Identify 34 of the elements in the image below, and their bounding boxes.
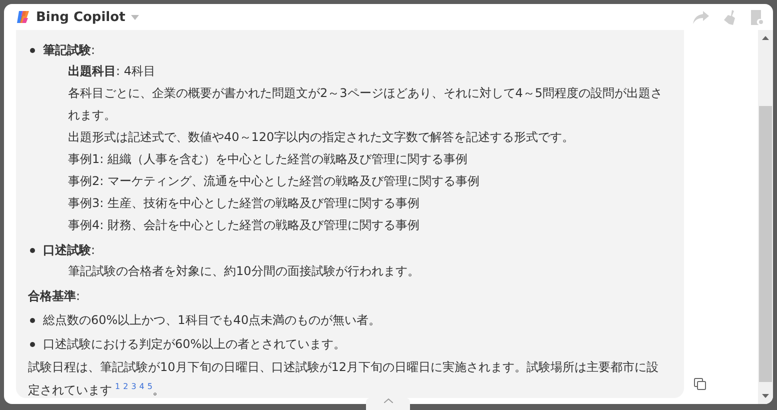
scrollbar[interactable] <box>758 30 773 404</box>
citation-link[interactable]: 3 <box>131 382 136 391</box>
list-item-text: 筆記試験: <box>43 42 96 59</box>
detail-text: 事例1: 組織（人事を含む）を中心とした経営の戦略及び管理に関する事例 <box>67 151 468 168</box>
list-item-text: 口述試験: <box>43 242 96 259</box>
detail-text: 事例3: 生産、技術を中心とした経営の戦略及び管理に関する事例 <box>67 195 420 212</box>
bullet-icon <box>30 48 35 53</box>
copilot-logo-icon <box>16 10 30 24</box>
detail-text: 事例4: 財務、会計を中心とした経営の戦略及び管理に関する事例 <box>67 217 420 234</box>
bullet-icon <box>30 342 35 347</box>
expand-tab[interactable] <box>366 398 410 410</box>
bullet-icon <box>30 318 35 323</box>
broom-icon[interactable] <box>723 10 737 24</box>
chevron-up-icon[interactable] <box>384 398 392 403</box>
citation-link[interactable]: 2 <box>123 382 128 391</box>
copy-icon[interactable] <box>694 378 706 390</box>
bullet-icon <box>30 248 35 253</box>
scroll-up-icon[interactable] <box>762 36 769 40</box>
detail-text: 各科目ごとに、企業の概要が書かれた問題文が2～3ページほどあり、それに対して4～5問程度の設問が出題されます。 <box>67 85 664 124</box>
citation-link[interactable]: 1 <box>115 382 120 391</box>
section-heading: 合格基準: <box>28 288 80 305</box>
window-title: Bing Copilot <box>36 10 126 24</box>
detail-text: 事例2: マーケティング、流通を中心とした経営の戦略及び管理に関する事例 <box>67 173 480 190</box>
caret-icon[interactable] <box>131 14 140 20</box>
list-item-text: 総点数の60%以上かつ、1科目でも40点未満のものが無い者。 <box>43 312 381 329</box>
citation-link[interactable]: 5 <box>147 382 152 391</box>
scroll-down-icon[interactable] <box>762 394 769 398</box>
citation-link[interactable]: 4 <box>139 382 144 391</box>
detail-text: 出題科目: 4科目 <box>67 63 156 80</box>
notes-icon[interactable] <box>751 10 763 24</box>
detail-text: 出題形式は記述式で、数値や40～120字以内の指定された文字数で解答を記述する形式です。 <box>67 129 576 146</box>
share-icon[interactable] <box>693 10 709 24</box>
detail-text: 筆記試験の合格者を対象に、約10分間の面接試験が行われます。 <box>67 263 420 280</box>
list-item-text: 口述試験における判定が60%以上の者とされています。 <box>43 336 346 353</box>
